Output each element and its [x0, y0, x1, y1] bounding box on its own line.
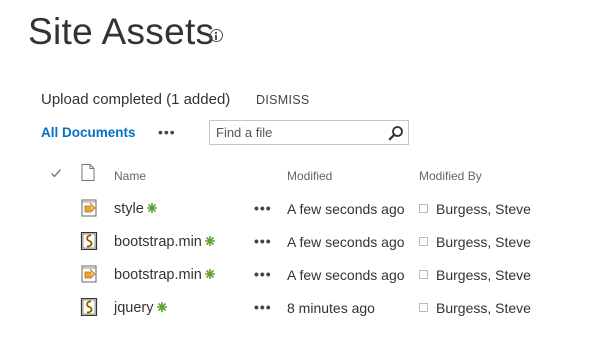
new-item-icon [156, 302, 167, 313]
table-row[interactable]: bootstrap.min ••• A few seconds ago Burg… [0, 232, 610, 264]
document-type-icon [81, 164, 95, 181]
table-row[interactable]: style ••• A few seconds ago Burgess, Ste… [0, 199, 610, 231]
file-name-text[interactable]: jquery [114, 300, 154, 316]
upload-notification: Upload completed (1 added) [41, 91, 231, 108]
file-name-link[interactable]: style [114, 201, 157, 217]
file-name-link[interactable]: jquery [114, 300, 167, 316]
new-item-icon [204, 236, 215, 247]
presence-indicator-icon [419, 303, 428, 312]
modified-by-link[interactable]: Burgess, Steve [436, 300, 531, 316]
css-file-icon [81, 199, 97, 217]
modified-by-link[interactable]: Burgess, Steve [436, 267, 531, 283]
table-row[interactable]: bootstrap.min ••• A few seconds ago Burg… [0, 265, 610, 297]
item-menu-button[interactable]: ••• [254, 200, 272, 216]
item-menu-button[interactable]: ••• [254, 299, 272, 315]
info-icon[interactable] [210, 29, 223, 42]
js-file-icon [80, 232, 98, 250]
new-item-icon [146, 203, 157, 214]
new-item-icon [204, 269, 215, 280]
presence-indicator-icon [419, 204, 428, 213]
table-row[interactable]: jquery ••• 8 minutes ago Burgess, Steve [0, 298, 610, 330]
view-selector[interactable]: All Documents [41, 125, 136, 140]
presence-indicator-icon [419, 270, 428, 279]
file-name-text[interactable]: bootstrap.min [114, 234, 202, 250]
modified-value: A few seconds ago [287, 234, 405, 250]
css-file-icon [81, 265, 97, 283]
page-title: Site Assets [28, 11, 215, 52]
file-name-text[interactable]: bootstrap.min [114, 267, 202, 283]
modified-value: A few seconds ago [287, 201, 405, 217]
view-more-button[interactable]: ••• [158, 124, 176, 140]
dismiss-button[interactable]: DISMISS [256, 93, 310, 107]
search-icon[interactable] [388, 125, 404, 141]
column-header-modified-by[interactable]: Modified By [419, 169, 482, 183]
search-input[interactable] [209, 120, 409, 145]
file-name-link[interactable]: bootstrap.min [114, 267, 215, 283]
modified-by-link[interactable]: Burgess, Steve [436, 234, 531, 250]
js-file-icon [80, 298, 98, 316]
item-menu-button[interactable]: ••• [254, 266, 272, 282]
modified-value: 8 minutes ago [287, 300, 375, 316]
modified-by-link[interactable]: Burgess, Steve [436, 201, 531, 217]
presence-indicator-icon [419, 237, 428, 246]
file-name-link[interactable]: bootstrap.min [114, 234, 215, 250]
modified-value: A few seconds ago [287, 267, 405, 283]
select-all-check-icon[interactable] [50, 167, 62, 179]
column-header-name[interactable]: Name [114, 169, 146, 183]
file-name-text[interactable]: style [114, 201, 144, 217]
column-header-modified[interactable]: Modified [287, 169, 332, 183]
item-menu-button[interactable]: ••• [254, 233, 272, 249]
